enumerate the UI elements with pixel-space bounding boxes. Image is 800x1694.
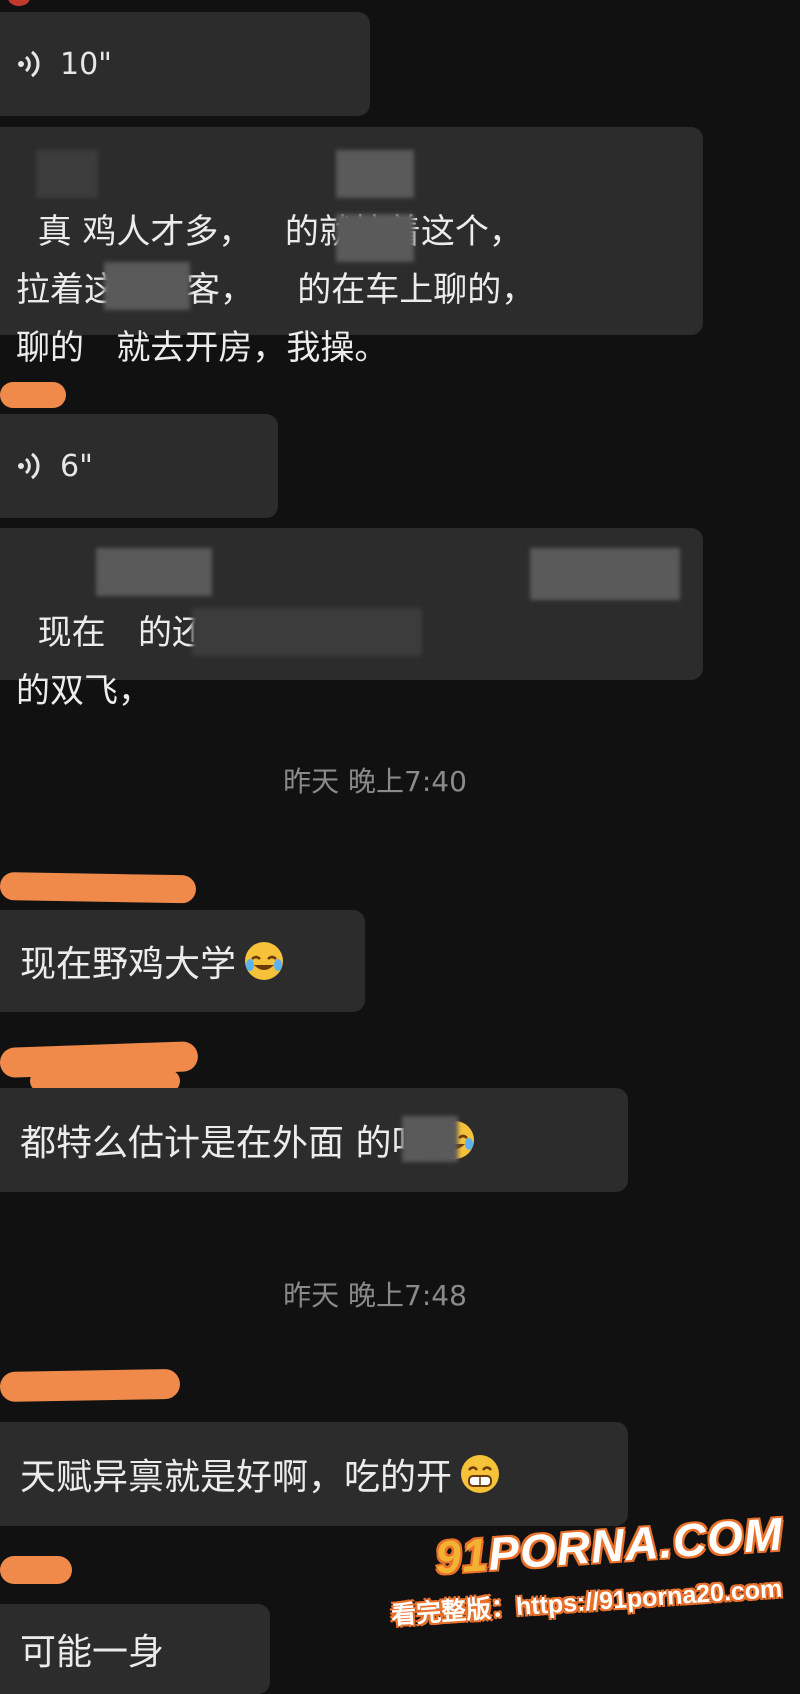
message-text: 现在野鸡大学 [20,944,237,985]
redaction-mosaic [104,262,190,310]
voice-wave-icon [18,452,40,480]
redaction-mosaic [96,548,212,596]
message-text: 都特么估计是在外面 的吧 [20,1123,428,1164]
grin-emoji-icon [461,1455,500,1493]
voice-wave-icon [18,50,40,78]
redaction-scribble [0,872,197,904]
voice-duration: 6" [60,448,93,484]
redaction-mosaic [336,214,414,262]
text-message[interactable]: 现在野鸡大学 [0,910,365,1012]
voice-duration: 10" [60,46,112,82]
message-text: 可能一身 [20,1632,165,1673]
unread-dot [8,0,30,6]
redaction-mosaic [336,150,414,198]
redaction-mosaic [530,548,680,600]
site-watermark: 91PORNA.COM 看完整版：https://91porna20.com [386,1506,795,1674]
timestamp: 昨天 晚上7:48 [283,1279,467,1312]
message-text: 真 鸡人才多， 的就拉着这个， 拉着这个乘客， 的在车上聊的， 聊的 就去开房，… [16,212,536,368]
redaction-scribble [0,1368,181,1402]
redaction-mosaic [402,1116,458,1162]
redaction-scribble [0,1556,72,1584]
redaction-mosaic [36,150,98,198]
rofl-emoji-icon [245,942,284,980]
text-message[interactable]: 都特么估计是在外面 的吧 [0,1088,628,1192]
redaction-scribble [0,382,66,408]
message-text: 天赋异禀就是好啊，吃的开 [20,1457,453,1498]
voice-message[interactable]: 6" [0,414,278,518]
timestamp: 昨天 晚上7:40 [283,765,467,798]
redaction-mosaic [192,608,422,656]
text-message[interactable]: 天赋异禀就是好啊，吃的开 [0,1422,628,1526]
text-message[interactable]: 可能一身 [0,1604,270,1694]
voice-message[interactable]: 10" [0,12,370,116]
